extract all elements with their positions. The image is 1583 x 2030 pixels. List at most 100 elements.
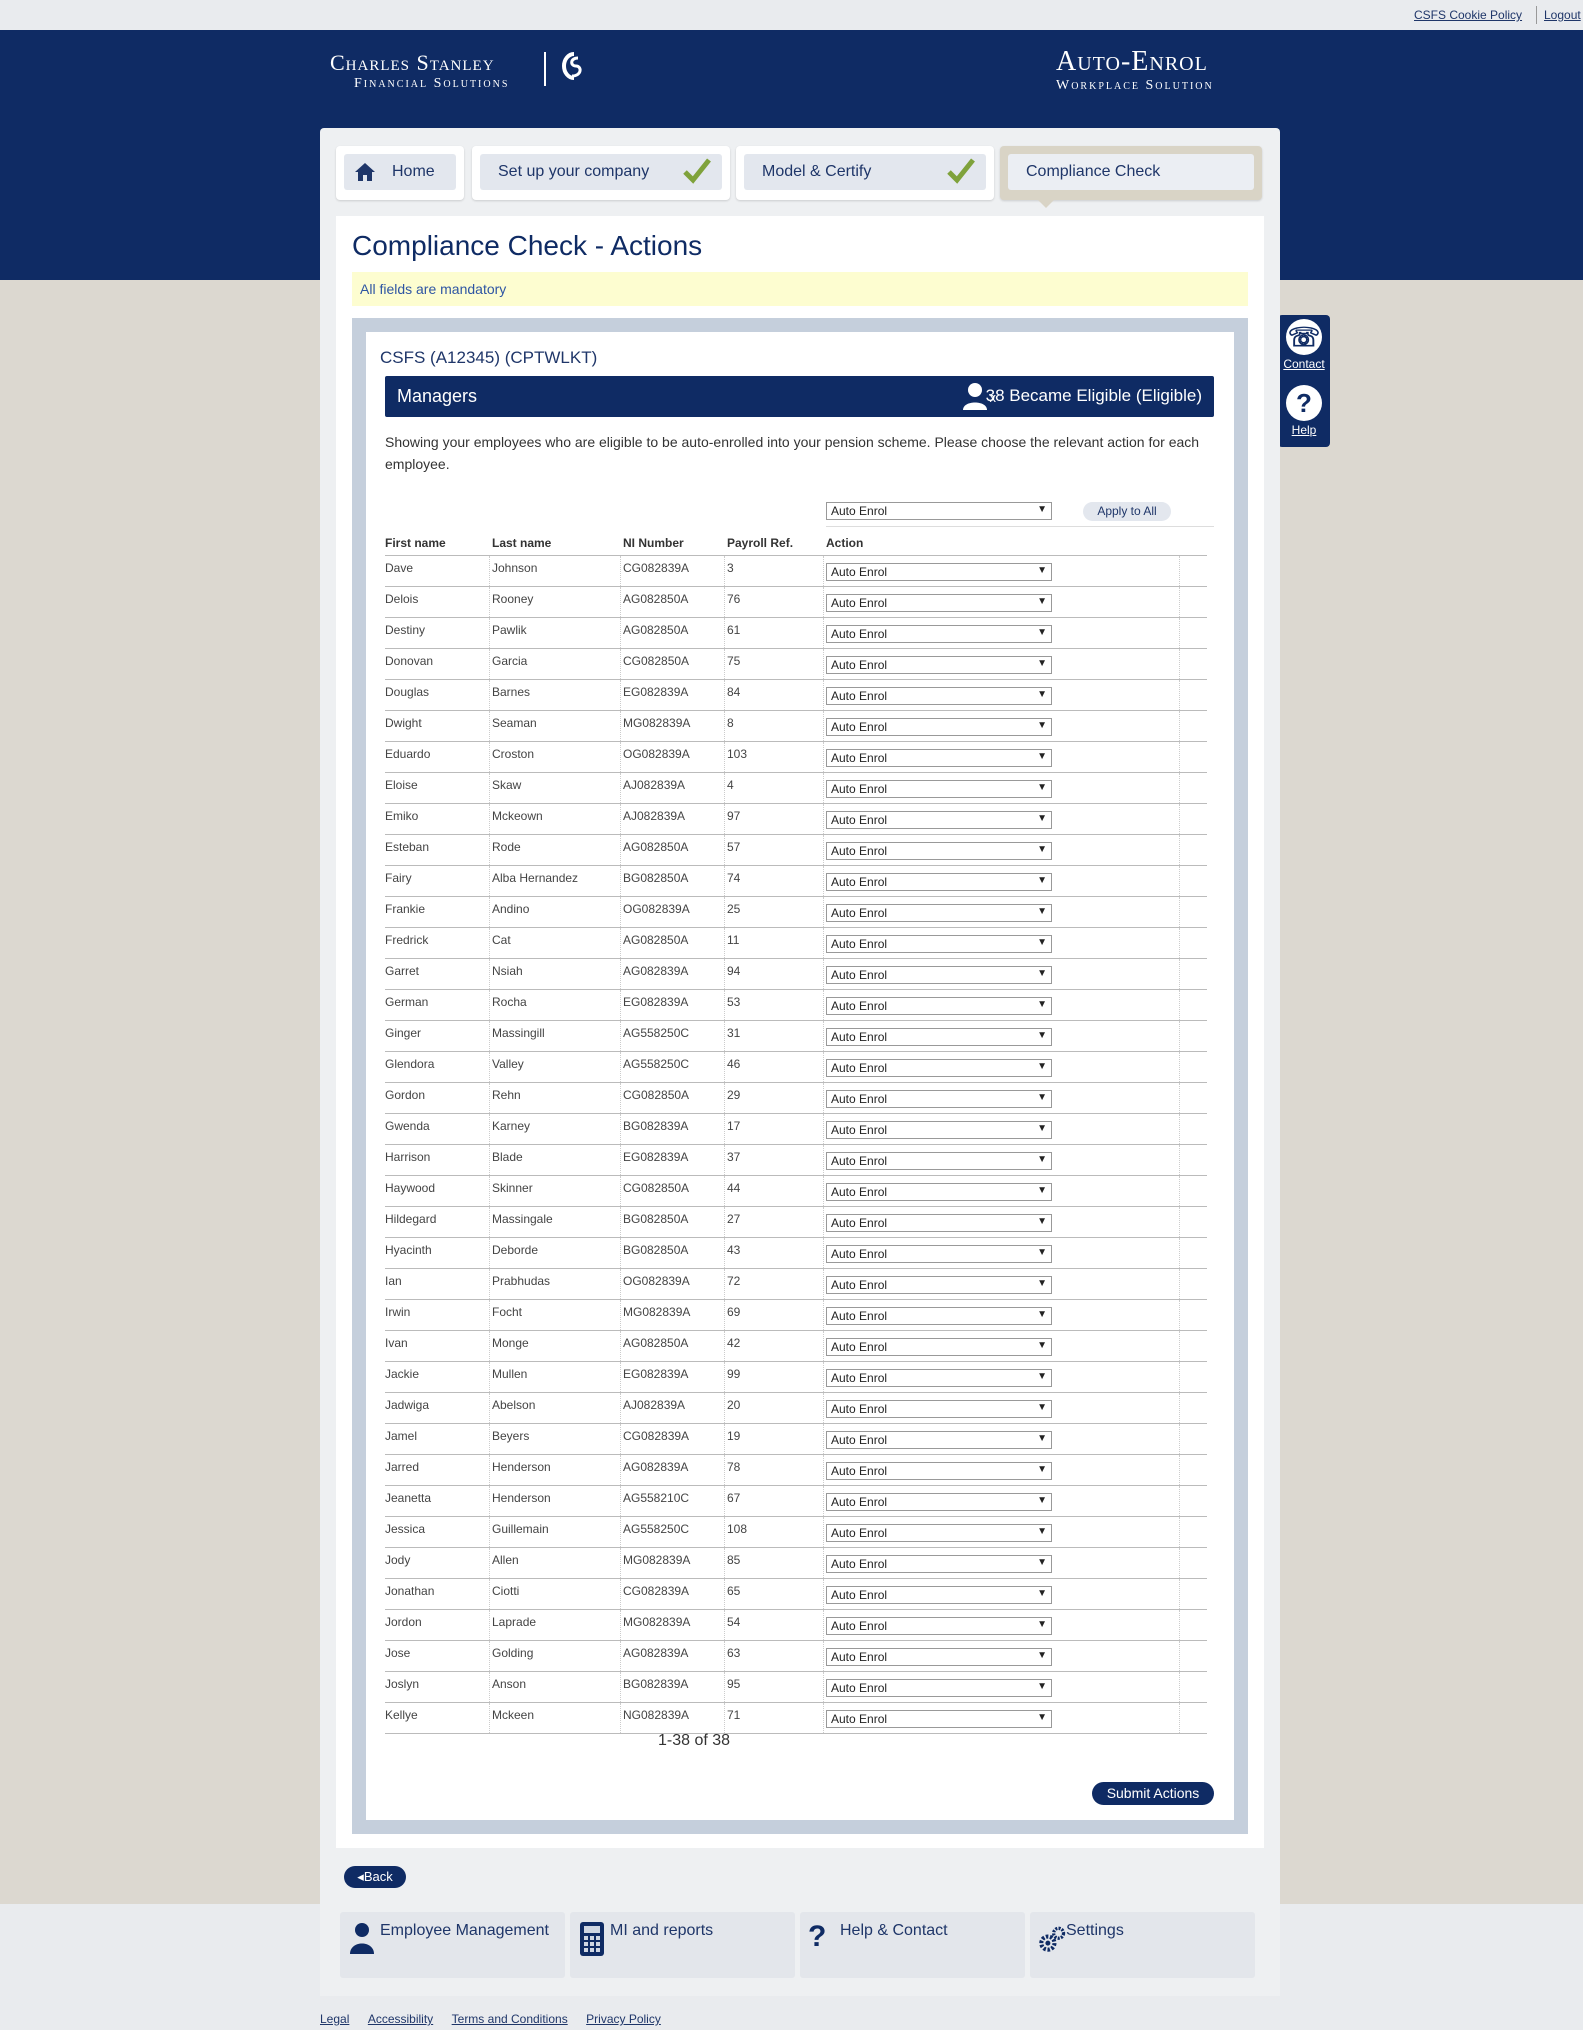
action-select[interactable]: Auto Enrol ▼ (826, 687, 1052, 705)
column-divider (823, 928, 824, 958)
action-select[interactable]: Auto Enrol ▼ (826, 966, 1052, 984)
action-select[interactable]: Auto Enrol ▼ (826, 935, 1052, 953)
action-select[interactable]: Auto Enrol ▼ (826, 1524, 1052, 1542)
dropdown-arrow-icon: ▼ (1037, 1712, 1047, 1723)
eligible-count: 38 Became Eligible (Eligible) (985, 386, 1202, 405)
header-ni-number[interactable]: NI Number (623, 536, 684, 550)
action-select[interactable]: Auto Enrol ▼ (826, 811, 1052, 829)
action-select[interactable]: Auto Enrol ▼ (826, 1493, 1052, 1511)
action-select[interactable]: Auto Enrol ▼ (826, 1307, 1052, 1325)
action-select[interactable]: Auto Enrol ▼ (826, 1121, 1052, 1139)
action-select[interactable]: Auto Enrol ▼ (826, 1400, 1052, 1418)
action-select[interactable]: Auto Enrol ▼ (826, 1059, 1052, 1077)
payroll-ref-cell: 11 (727, 933, 740, 947)
action-select[interactable]: Auto Enrol ▼ (826, 625, 1052, 643)
action-select[interactable]: Auto Enrol ▼ (826, 1028, 1052, 1046)
footer-link-legal[interactable]: Legal (320, 2012, 349, 2026)
back-button[interactable]: ◂Back (344, 1866, 406, 1888)
action-select[interactable]: Auto Enrol ▼ (826, 563, 1052, 581)
footer-link-privacy[interactable]: Privacy Policy (586, 2012, 661, 2026)
action-select[interactable]: Auto Enrol ▼ (826, 1555, 1052, 1573)
action-select[interactable]: Auto Enrol ▼ (826, 1214, 1052, 1232)
column-divider (724, 1300, 725, 1330)
tab-compliance-check[interactable]: Compliance Check (1000, 146, 1262, 200)
contact-widget[interactable]: ☏ Contact (1278, 319, 1330, 371)
action-select[interactable]: Auto Enrol ▼ (826, 1369, 1052, 1387)
tab-model-certify[interactable]: Model & Certify (736, 146, 994, 200)
action-select[interactable]: Auto Enrol ▼ (826, 1586, 1052, 1604)
side-widget: ☏ Contact ? Help (1278, 315, 1330, 447)
action-select[interactable]: Auto Enrol ▼ (826, 1462, 1052, 1480)
submit-actions-button[interactable]: Submit Actions (1092, 1782, 1214, 1805)
action-select[interactable]: Auto Enrol ▼ (826, 1617, 1052, 1635)
nav-settings[interactable]: Settings (1030, 1912, 1255, 1978)
action-select[interactable]: Auto Enrol ▼ (826, 842, 1052, 860)
nav-employee-management[interactable]: Employee Management (340, 1912, 565, 1978)
column-divider (620, 1703, 621, 1733)
column-divider (1179, 1238, 1180, 1268)
header-first-name[interactable]: First name (385, 536, 446, 550)
help-widget[interactable]: ? Help (1278, 385, 1330, 437)
action-select[interactable]: Auto Enrol ▼ (826, 594, 1052, 612)
payroll-ref-cell: 84 (727, 685, 741, 699)
footer-link-terms[interactable]: Terms and Conditions (452, 2012, 568, 2026)
table-row: Destiny Pawlik AG082850A 61 Auto Enrol ▼ (385, 618, 1207, 649)
payroll-ref-cell: 76 (727, 592, 741, 606)
bulk-action-select[interactable]: Auto Enrol ▼ (826, 502, 1052, 520)
column-divider (724, 1424, 725, 1454)
action-select[interactable]: Auto Enrol ▼ (826, 1152, 1052, 1170)
help-link[interactable]: Help (1278, 423, 1330, 437)
table-row: Dave Johnson CG082839A 3 Auto Enrol ▼ (385, 556, 1207, 587)
action-select[interactable]: Auto Enrol ▼ (826, 1710, 1052, 1728)
action-select[interactable]: Auto Enrol ▼ (826, 997, 1052, 1015)
ni-number-cell: AG082839A (623, 1460, 689, 1474)
action-select[interactable]: Auto Enrol ▼ (826, 1338, 1052, 1356)
action-select[interactable]: Auto Enrol ▼ (826, 656, 1052, 674)
payroll-ref-cell: 42 (727, 1336, 741, 1350)
action-select[interactable]: Auto Enrol ▼ (826, 873, 1052, 891)
footer-link-accessibility[interactable]: Accessibility (368, 2012, 433, 2026)
action-select[interactable]: Auto Enrol ▼ (826, 1245, 1052, 1263)
action-select[interactable]: Auto Enrol ▼ (826, 1183, 1052, 1201)
nav-mi-reports[interactable]: MI and reports (570, 1912, 795, 1978)
column-divider (489, 1269, 490, 1299)
header-action[interactable]: Action (826, 536, 863, 550)
tab-setup-company[interactable]: Set up your company (472, 146, 730, 200)
action-value: Auto Enrol (831, 999, 888, 1013)
action-select[interactable]: Auto Enrol ▼ (826, 718, 1052, 736)
action-select[interactable]: Auto Enrol ▼ (826, 1679, 1052, 1697)
table-row: Jadwiga Abelson AJ082839A 20 Auto Enrol ▼ (385, 1393, 1207, 1424)
action-select[interactable]: Auto Enrol ▼ (826, 904, 1052, 922)
column-divider (620, 618, 621, 648)
table-row: Jody Allen MG082839A 85 Auto Enrol ▼ (385, 1548, 1207, 1579)
last-name-cell: Guillemain (492, 1522, 549, 1536)
cookie-policy-link[interactable]: CSFS Cookie Policy (1414, 8, 1522, 22)
action-select[interactable]: Auto Enrol ▼ (826, 780, 1052, 798)
main-card: Home Set up your company Model & Certify… (320, 128, 1280, 1996)
ni-number-cell: AG082850A (623, 840, 689, 854)
dropdown-arrow-icon: ▼ (1037, 1681, 1047, 1692)
contact-link[interactable]: Contact (1278, 357, 1330, 371)
last-name-cell: Barnes (492, 685, 531, 699)
nav-help-contact[interactable]: ? Help & Contact (800, 1912, 1025, 1978)
payroll-ref-cell: 108 (727, 1522, 748, 1536)
action-value: Auto Enrol (831, 1278, 888, 1292)
action-select[interactable]: Auto Enrol ▼ (826, 1648, 1052, 1666)
apply-to-all-button[interactable]: Apply to All (1083, 502, 1171, 521)
logout-link[interactable]: Logout (1544, 8, 1581, 22)
action-select[interactable]: Auto Enrol ▼ (826, 1276, 1052, 1294)
action-select[interactable]: Auto Enrol ▼ (826, 1090, 1052, 1108)
column-divider (1179, 928, 1180, 958)
header-last-name[interactable]: Last name (492, 536, 551, 550)
last-name-cell: Abelson (492, 1398, 536, 1412)
action-value: Auto Enrol (831, 1464, 888, 1478)
header-payroll-ref[interactable]: Payroll Ref. (727, 536, 793, 550)
action-select[interactable]: Auto Enrol ▼ (826, 749, 1052, 767)
column-divider (724, 773, 725, 803)
first-name-cell: Irwin (385, 1305, 411, 1319)
first-name-cell: Garret (385, 964, 420, 978)
tab-home[interactable]: Home (336, 146, 464, 200)
charles-stanley-logo[interactable]: Charles Stanley Financial Solutions (330, 50, 509, 92)
column-divider (823, 1672, 824, 1702)
action-select[interactable]: Auto Enrol ▼ (826, 1431, 1052, 1449)
